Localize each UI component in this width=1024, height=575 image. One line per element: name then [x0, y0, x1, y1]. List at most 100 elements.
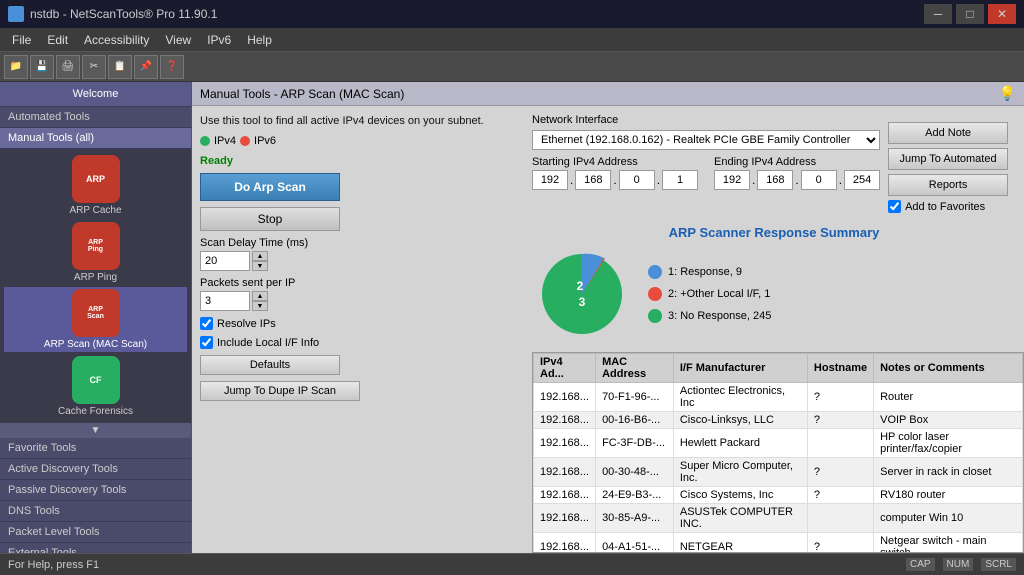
col-ipv4: IPv4 Ad...	[534, 354, 596, 383]
defaults-button[interactable]: Defaults	[200, 355, 340, 375]
start-ip-field-2[interactable]	[575, 170, 611, 190]
icon-arp-scan[interactable]: ARPScan ARP Scan (MAC Scan)	[4, 287, 187, 352]
legend-item-3: 3: No Response, 245	[648, 309, 771, 323]
right-content: Network Interface Ethernet (192.168.0.16…	[532, 106, 1024, 553]
minimize-button[interactable]: ─	[924, 4, 952, 24]
sidebar-welcome[interactable]: Welcome	[0, 82, 191, 107]
table-cell-2-3	[807, 429, 873, 458]
legend-item-2: 2: +Other Local I/F, 1	[648, 287, 771, 301]
end-ip-field-2[interactable]	[757, 170, 793, 190]
arp-cache-label: ARP Cache	[69, 205, 121, 216]
main-layout: Welcome Automated Tools Manual Tools (al…	[0, 82, 1024, 553]
menu-accessibility[interactable]: Accessibility	[76, 28, 157, 51]
packets-up[interactable]: ▲	[252, 291, 268, 301]
scan-delay-label: Scan Delay Time (ms)	[200, 237, 524, 249]
sidebar-packet-level[interactable]: Packet Level Tools	[0, 522, 191, 543]
icon-cache-forensics[interactable]: CF Cache Forensics	[4, 354, 187, 419]
title-bar: nstdb - NetScanTools® Pro 11.90.1 ─ □ ✕	[0, 0, 1024, 28]
end-ip-label: Ending IPv4 Address	[714, 156, 880, 168]
menu-edit[interactable]: Edit	[39, 28, 76, 51]
icon-section: ARP ARP Cache ARPPing ARP Ping ARPScan A…	[0, 149, 191, 423]
legend-item-1: 1: Response, 9	[648, 265, 771, 279]
table-cell-1-3: ?	[807, 412, 873, 429]
arp-ping-label: ARP Ping	[74, 272, 117, 283]
resolve-ips-checkbox[interactable]	[200, 317, 213, 330]
sidebar-automated-tools[interactable]: Automated Tools	[0, 107, 191, 128]
menu-help[interactable]: Help	[239, 28, 280, 51]
maximize-button[interactable]: □	[956, 4, 984, 24]
table-row[interactable]: 192.168...FC-3F-DB-...Hewlett PackardHP …	[534, 429, 1023, 458]
sidebar-passive-discovery[interactable]: Passive Discovery Tools	[0, 480, 191, 501]
toolbar-btn-7[interactable]: ❓	[160, 55, 184, 79]
toolbar-btn-2[interactable]: 💾	[30, 55, 54, 79]
table-cell-2-0: 192.168...	[534, 429, 596, 458]
caps-indicator: CAP	[906, 558, 935, 571]
content-header: Manual Tools - ARP Scan (MAC Scan) 💡	[192, 82, 1024, 106]
table-cell-4-3: ?	[807, 487, 873, 504]
toolbar-btn-4[interactable]: ✂	[82, 55, 106, 79]
menu-file[interactable]: File	[4, 28, 39, 51]
do-arp-scan-button[interactable]: Do Arp Scan	[200, 173, 340, 201]
table-row[interactable]: 192.168...04-A1-51-...NETGEAR?Netgear sw…	[534, 533, 1023, 554]
table-row[interactable]: 192.168...30-85-A9-...ASUSTek COMPUTER I…	[534, 504, 1023, 533]
network-ip-section: Network Interface Ethernet (192.168.0.16…	[532, 114, 880, 221]
start-ip-field-1[interactable]	[532, 170, 568, 190]
toolbar-btn-6[interactable]: 📌	[134, 55, 158, 79]
start-ip-field-4[interactable]	[662, 170, 698, 190]
end-ip-field-4[interactable]	[844, 170, 880, 190]
include-local-row: Include Local I/F Info	[200, 336, 524, 349]
scan-delay-input[interactable]	[200, 251, 250, 271]
table-row[interactable]: 192.168...24-E9-B3-...Cisco Systems, Inc…	[534, 487, 1023, 504]
table-row[interactable]: 192.168...70-F1-96-...Actiontec Electron…	[534, 383, 1023, 412]
content-area: Manual Tools - ARP Scan (MAC Scan) 💡 Use…	[192, 82, 1024, 553]
stop-button[interactable]: Stop	[200, 207, 340, 231]
packets-down[interactable]: ▼	[252, 301, 268, 311]
table-cell-0-2: Actiontec Electronics, Inc	[673, 383, 807, 412]
jump-automated-button[interactable]: Jump To Automated	[888, 148, 1008, 170]
sidebar-favorite-tools[interactable]: Favorite Tools	[0, 438, 191, 459]
col-hostname: Hostname	[807, 354, 873, 383]
start-ip-field-3[interactable]	[619, 170, 655, 190]
sidebar-active-discovery[interactable]: Active Discovery Tools	[0, 459, 191, 480]
table-cell-3-1: 00-30-48-...	[596, 458, 674, 487]
legend-dot-2	[648, 287, 662, 301]
add-note-button[interactable]: Add Note	[888, 122, 1008, 144]
sidebar-manual-tools[interactable]: Manual Tools (all)	[0, 128, 191, 149]
start-ip-label: Starting IPv4 Address	[532, 156, 698, 168]
table-cell-5-4: computer Win 10	[874, 504, 1023, 533]
scroll-down-button[interactable]: ▼	[0, 423, 191, 438]
icon-arp-cache[interactable]: ARP ARP Cache	[4, 153, 187, 218]
end-ip-field-3[interactable]	[801, 170, 837, 190]
table-cell-5-2: ASUSTek COMPUTER INC.	[673, 504, 807, 533]
add-favorites-checkbox[interactable]	[888, 200, 901, 213]
network-interface-section: Network Interface Ethernet (192.168.0.16…	[532, 114, 880, 150]
ready-status: Ready	[200, 153, 524, 167]
window-title: nstdb - NetScanTools® Pro 11.90.1	[30, 7, 217, 21]
end-ip-field-1[interactable]	[714, 170, 750, 190]
reports-button[interactable]: Reports	[888, 174, 1008, 196]
sidebar-external-tools[interactable]: External Tools	[0, 543, 191, 553]
legend-label-1: 1: Response, 9	[668, 266, 742, 278]
packets-per-ip-input[interactable]	[200, 291, 250, 311]
toolbar-btn-3[interactable]: 🖨	[56, 55, 80, 79]
table-cell-0-1: 70-F1-96-...	[596, 383, 674, 412]
icon-arp-ping[interactable]: ARPPing ARP Ping	[4, 220, 187, 285]
table-row[interactable]: 192.168...00-16-B6-...Cisco-Linksys, LLC…	[534, 412, 1023, 429]
menu-view[interactable]: View	[157, 28, 199, 51]
network-interface-select[interactable]: Ethernet (192.168.0.162) - Realtek PCIe …	[532, 130, 880, 150]
toolbar-btn-1[interactable]: 📁	[4, 55, 28, 79]
scan-delay-up[interactable]: ▲	[252, 251, 268, 261]
scan-delay-down[interactable]: ▼	[252, 261, 268, 271]
start-ip-fields: . . .	[532, 170, 698, 190]
table-row[interactable]: 192.168...00-30-48-...Super Micro Comput…	[534, 458, 1023, 487]
data-table-wrapper[interactable]: IPv4 Ad... MAC Address I/F Manufacturer …	[532, 352, 1024, 553]
menu-ipv6[interactable]: IPv6	[199, 28, 239, 51]
jump-dupe-button[interactable]: Jump To Dupe IP Scan	[200, 381, 360, 401]
sidebar-dns-tools[interactable]: DNS Tools	[0, 501, 191, 522]
legend-label-2: 2: +Other Local I/F, 1	[668, 288, 770, 300]
sidebar: Welcome Automated Tools Manual Tools (al…	[0, 82, 192, 553]
include-local-checkbox[interactable]	[200, 336, 213, 349]
toolbar-btn-5[interactable]: 📋	[108, 55, 132, 79]
scan-delay-spinner: ▲ ▼	[252, 251, 268, 271]
close-button[interactable]: ✕	[988, 4, 1016, 24]
